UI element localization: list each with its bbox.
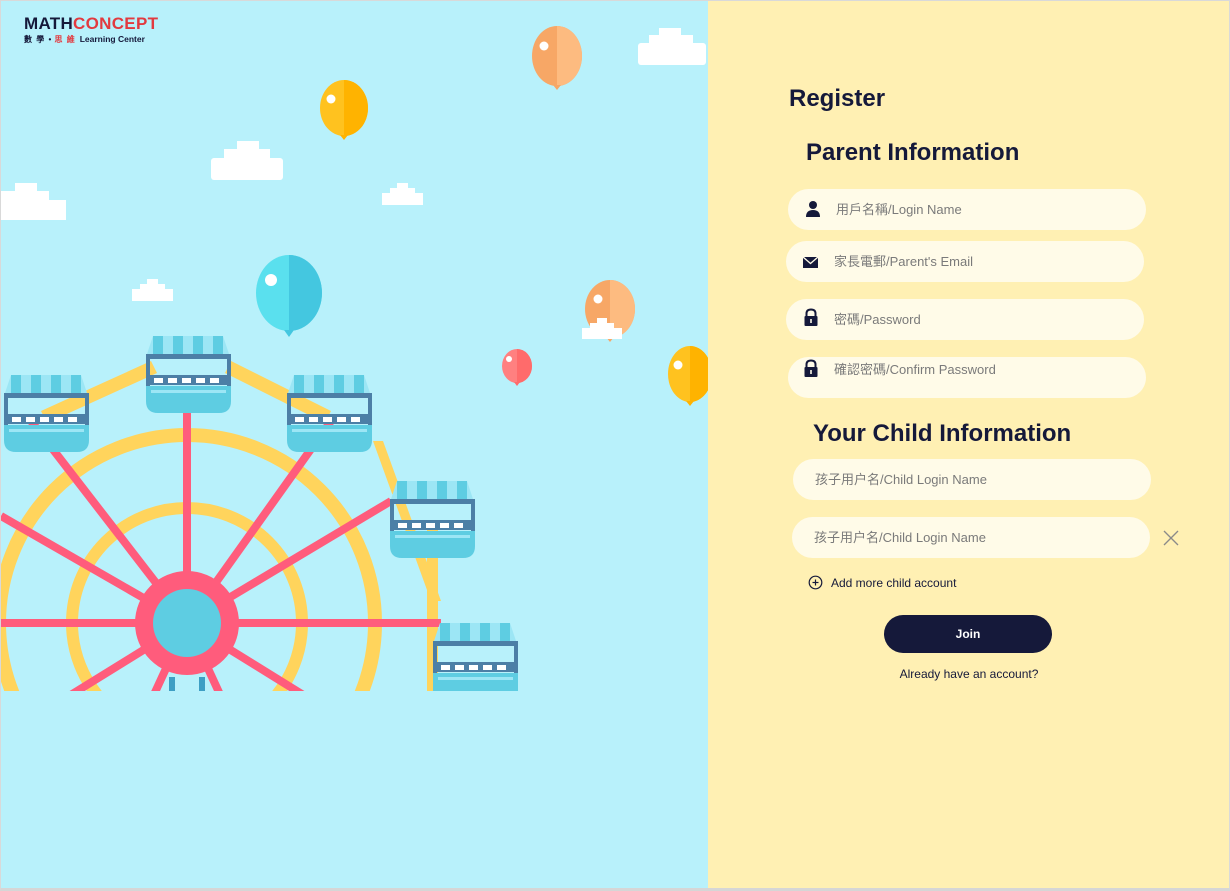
gondola-icon [146, 336, 231, 413]
balloon-icon [532, 26, 582, 90]
balloon-icon [502, 349, 532, 386]
gondola-icon [433, 623, 518, 691]
parent-email-field [786, 241, 1144, 282]
logo-tagline: 數 學 • 思 維 Learning Center [24, 34, 145, 44]
balloon-icon [668, 346, 708, 406]
cloud-icon [638, 28, 706, 65]
cloud-icon [1, 183, 66, 220]
ferris-wheel-illustration [1, 26, 708, 691]
balloon-icon [582, 280, 635, 342]
illustration-panel: MATHCONCEPT 數 學 • 思 維 Learning Center [1, 1, 708, 888]
child-section-title: Your Child Information [813, 420, 1072, 447]
child-login-field [793, 459, 1151, 500]
password-field [786, 299, 1144, 340]
cloud-icon [132, 279, 173, 301]
login-name-input[interactable] [836, 189, 1126, 230]
page-title: Register [789, 85, 886, 112]
child-login-field [792, 517, 1150, 558]
page-frame: MATHCONCEPT 數 學 • 思 維 Learning Center Reg… [0, 0, 1230, 891]
lock-icon [804, 308, 818, 326]
child-login-input[interactable] [815, 459, 1105, 500]
logo-wordmark: MATHCONCEPT [24, 14, 159, 33]
login-name-field [788, 189, 1146, 230]
confirm-password-field [788, 349, 1146, 398]
envelope-icon [802, 256, 819, 268]
balloon-icon [256, 255, 322, 337]
login-link[interactable]: Already have an account? [881, 667, 1057, 681]
cloud-icon [211, 141, 283, 180]
brand-logo[interactable]: MATHCONCEPT 數 學 • 思 維 Learning Center [24, 15, 158, 45]
add-child-account-link[interactable]: Add more child account [808, 575, 956, 590]
parent-section-title: Parent Information [806, 139, 1020, 166]
confirm-password-input[interactable] [834, 349, 1124, 390]
lock-icon [804, 359, 818, 377]
cloud-icon [382, 183, 423, 205]
child-login-input[interactable] [814, 517, 1104, 558]
parent-email-input[interactable] [834, 241, 1124, 282]
join-button[interactable]: Join [884, 615, 1052, 653]
password-input[interactable] [834, 299, 1124, 340]
user-icon [806, 201, 820, 217]
plus-circle-icon [808, 575, 823, 590]
add-child-account-label: Add more child account [831, 575, 957, 590]
balloon-icon [320, 80, 368, 140]
close-icon[interactable] [1161, 528, 1181, 548]
